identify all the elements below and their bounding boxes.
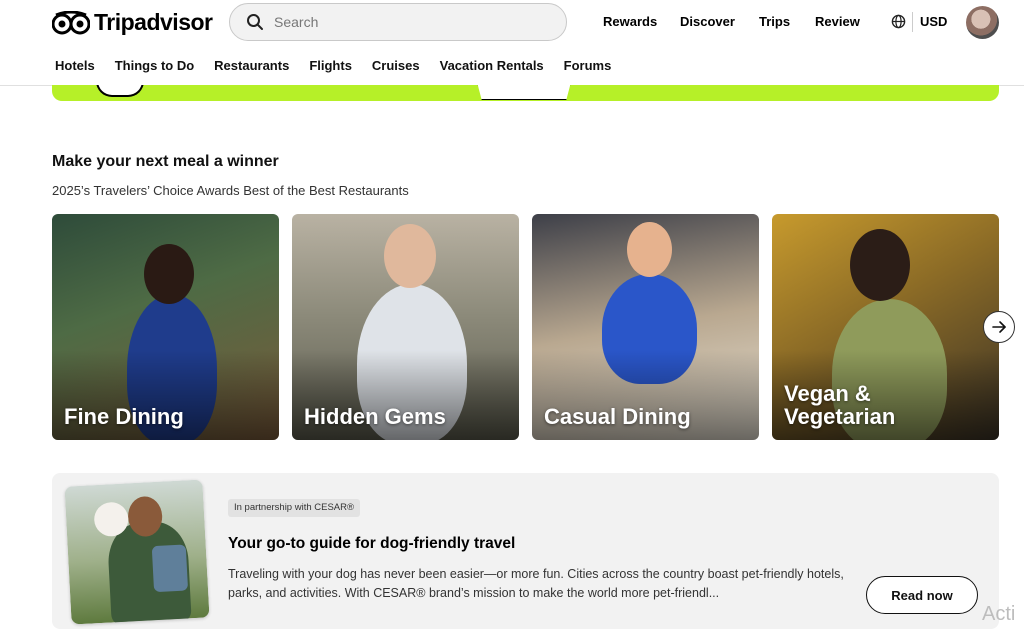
currency-selector[interactable]: USD [920,14,947,29]
globe-icon[interactable] [891,14,906,29]
subnav-vacation-rentals[interactable]: Vacation Rentals [440,58,544,73]
logo-wordmark: Tripadvisor [94,9,213,35]
search-bar[interactable] [229,3,567,41]
subnav-cruises[interactable]: Cruises [372,58,420,73]
subnav-forums[interactable]: Forums [564,58,612,73]
arrow-right-icon [992,321,1006,333]
diner-head [144,244,194,304]
subnav-flights[interactable]: Flights [309,58,352,73]
subnav-things-to-do[interactable]: Things to Do [115,58,194,73]
diner-head [850,229,910,301]
subnav-hotels[interactable]: Hotels [55,58,95,73]
promo-banner-fragment[interactable] [52,85,999,101]
card-label: Hidden Gems [304,404,446,429]
search-icon [247,14,263,30]
diner-head [384,224,436,288]
category-card-hidden-gems[interactable]: Hidden Gems [292,214,519,440]
nav-discover[interactable]: Discover [680,14,735,29]
card-label: Vegan & Vegetarian [784,381,896,429]
card-label: Fine Dining [64,404,184,429]
nav-trips[interactable]: Trips [759,14,790,29]
banner-illustration [96,85,144,97]
diner-head [627,222,672,277]
promo-title[interactable]: Your go-to guide for dog-friendly travel [228,535,515,553]
category-nav: Hotels Things to Do Restaurants Flights … [55,58,631,73]
user-avatar[interactable] [966,6,999,39]
subnav-restaurants[interactable]: Restaurants [214,58,289,73]
nav-review[interactable]: Review [815,14,860,29]
nav-rewards[interactable]: Rewards [603,14,657,29]
banner-illustration [477,85,571,100]
promo-photo [64,479,210,625]
category-card-fine-dining[interactable]: Fine Dining [52,214,279,440]
site-header: Tripadvisor Rewards Discover Trips Revie… [0,0,1024,86]
owl-logo-icon [52,10,90,34]
carousel-next-button[interactable] [983,311,1015,343]
read-now-button[interactable]: Read now [866,576,978,614]
section-title: Make your next meal a winner [52,153,279,170]
partnership-badge: In partnership with CESAR® [228,499,360,517]
section-subtitle: 2025’s Travelers’ Choice Awards Best of … [52,183,409,198]
promo-description: Traveling with your dog has never been e… [228,567,844,600]
category-card-vegan-vegetarian[interactable]: Vegan & Vegetarian [772,214,999,440]
activation-watermark: Acti [982,603,1016,625]
category-card-casual-dining[interactable]: Casual Dining [532,214,759,440]
header-divider [912,12,913,32]
tripadvisor-logo[interactable]: Tripadvisor [52,9,213,36]
search-input[interactable] [272,13,536,31]
card-label: Casual Dining [544,404,691,429]
